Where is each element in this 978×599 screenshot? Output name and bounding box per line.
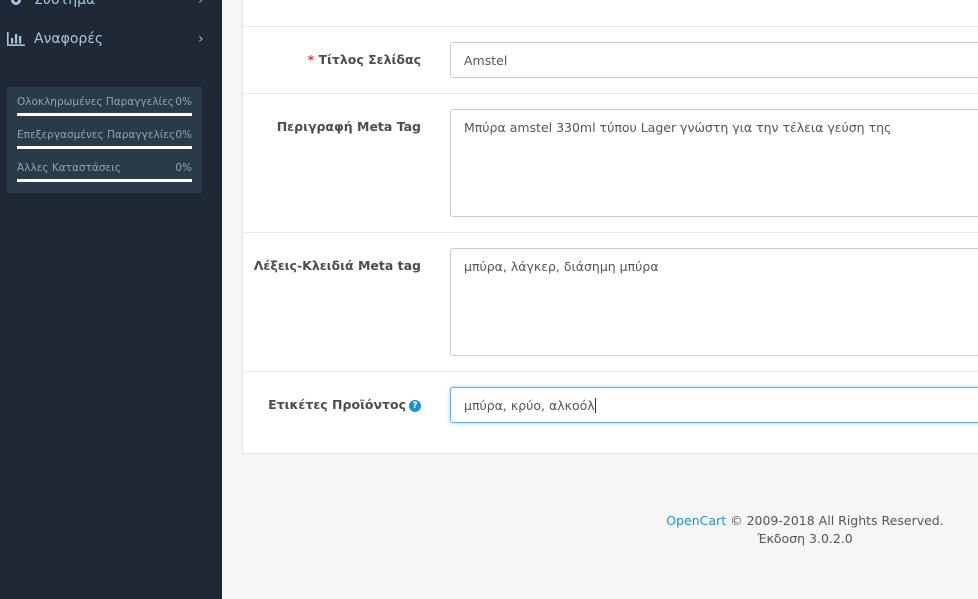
order-stats-panel: Ολοκληρωμένες Παραγγελίες 0% Επεξεργασμέ… — [7, 87, 202, 193]
chevron-right-icon: › — [198, 0, 204, 8]
sidebar: Σύστημα › Αναφορές › Ολοκληρωμένες Παραγ… — [0, 0, 222, 599]
stat-percent: 0% — [175, 162, 192, 174]
sidebar-item-reports[interactable]: Αναφορές › — [0, 21, 222, 57]
divider — [243, 93, 978, 94]
divider — [243, 26, 978, 27]
divider — [243, 371, 978, 372]
meta-description-label: Περιγραφή Meta Tag — [276, 119, 421, 134]
seo-form-panel: * Τίτλος Σελίδας Amstel Περιγραφή Meta T… — [242, 0, 978, 454]
stat-progress-bar — [17, 179, 192, 182]
page-title-label-text: Τίτλος Σελίδας — [318, 52, 422, 67]
text-caret — [594, 398, 596, 413]
stat-other-statuses: Άλλες Καταστάσεις 0% — [17, 162, 192, 182]
gear-icon — [7, 0, 25, 8]
meta-keywords-value: μπύρα, λάγκερ, διάσημη μπύρα — [464, 259, 659, 274]
sidebar-item-label: Σύστημα — [34, 0, 96, 8]
sidebar-item-label: Αναφορές — [34, 31, 104, 47]
page-title-label: * Τίτλος Σελίδας — [308, 52, 421, 67]
product-tags-label: Ετικέτες Προϊόντος? — [268, 397, 421, 412]
stat-percent: 0% — [175, 96, 192, 108]
required-mark: * — [307, 52, 315, 67]
stat-label: Ολοκληρωμένες Παραγγελίες — [17, 96, 174, 108]
stat-label: Άλλες Καταστάσεις — [17, 162, 121, 174]
stat-label: Επεξεργασμένες Παραγγελίες — [17, 129, 176, 141]
footer-version: Έκδοση 3.0.2.0 — [757, 531, 853, 546]
product-tags-label-text: Ετικέτες Προϊόντος — [268, 397, 406, 412]
opencart-link[interactable]: OpenCart — [666, 513, 726, 528]
meta-description-textarea[interactable]: Μπύρα amstel 330ml τύπου Lager γνώστη γι… — [450, 109, 978, 217]
product-tags-value: μπύρα, κρύο, αλκοόλ — [464, 398, 595, 413]
stat-processing-orders: Επεξεργασμένες Παραγγελίες 0% — [17, 129, 192, 149]
meta-keywords-textarea[interactable]: μπύρα, λάγκερ, διάσημη μπύρα — [450, 248, 978, 356]
meta-description-value: Μπύρα amstel 330ml τύπου Lager γνώστη γι… — [464, 120, 892, 135]
sidebar-item-system[interactable]: Σύστημα › — [0, 0, 222, 18]
help-icon[interactable]: ? — [409, 400, 421, 412]
page-title-input[interactable]: Amstel — [450, 42, 978, 78]
bar-chart-icon — [7, 31, 25, 47]
stat-progress-bar — [17, 113, 192, 116]
footer-copyright-line: OpenCart © 2009-2018 All Rights Reserved… — [600, 513, 978, 528]
stat-completed-orders: Ολοκληρωμένες Παραγγελίες 0% — [17, 96, 192, 116]
divider — [243, 232, 978, 233]
product-tags-value-wrap: μπύρα, κρύο, αλκοόλ — [464, 398, 596, 413]
product-tags-input[interactable]: μπύρα, κρύο, αλκοόλ — [450, 387, 978, 423]
stat-progress-bar — [17, 146, 192, 149]
chevron-right-icon: › — [198, 31, 204, 47]
meta-keywords-label: Λέξεις-Κλειδιά Meta tag — [253, 258, 421, 273]
copyright-text: © 2009-2018 All Rights Reserved. — [730, 513, 944, 528]
page-title-value: Amstel — [464, 53, 508, 68]
stat-percent: 0% — [175, 129, 192, 141]
